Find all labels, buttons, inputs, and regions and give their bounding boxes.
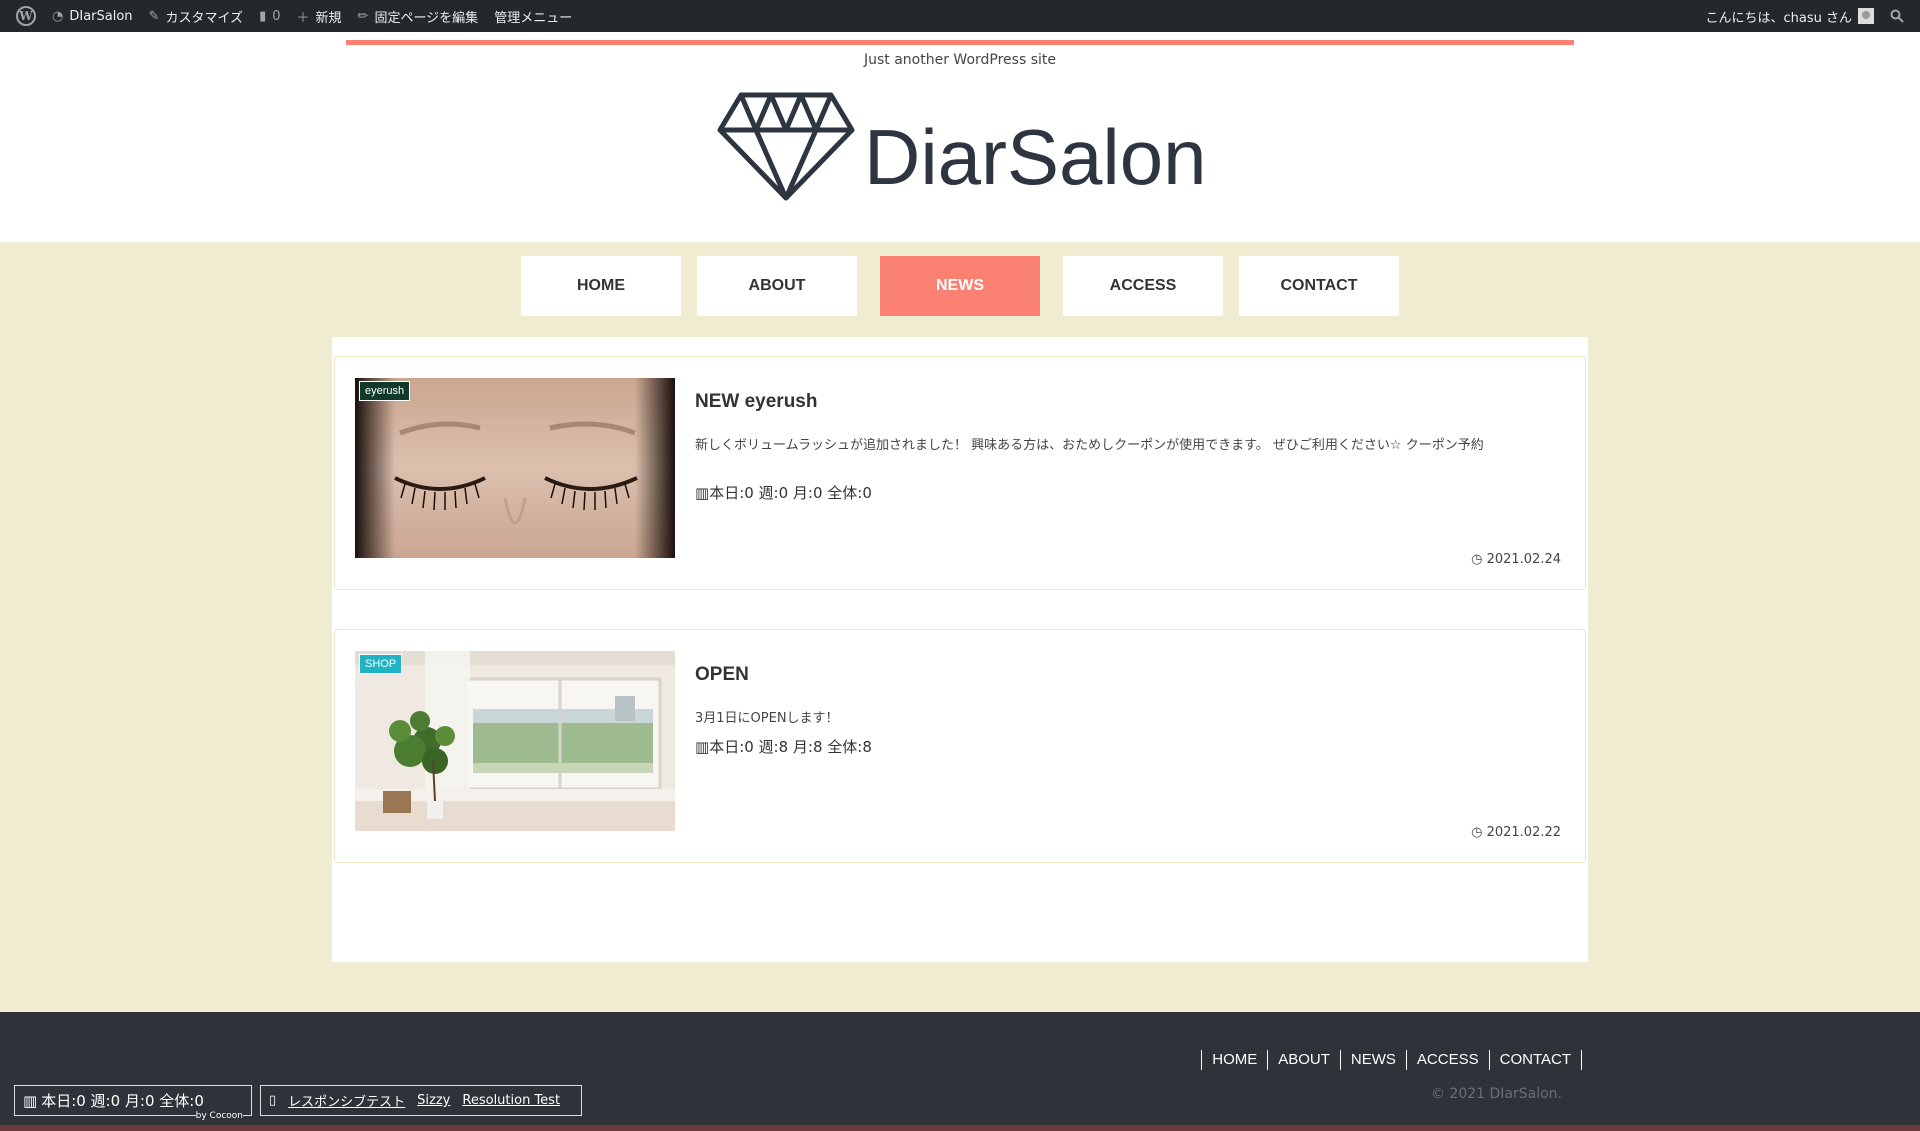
responsive-test-link[interactable]: レスポンシブテスト [288, 1091, 405, 1110]
copyright: © 2021 DIarSalon. [1430, 1086, 1562, 1102]
footer-nav-home[interactable]: HOME [1201, 1050, 1267, 1070]
sizzy-link[interactable]: Sizzy [417, 1093, 450, 1108]
comments-count: 0 [272, 8, 281, 24]
footer-nav-about[interactable]: ABOUT [1267, 1050, 1340, 1070]
resolution-test-link[interactable]: Resolution Test [462, 1093, 560, 1108]
clock-icon: ◷ [1471, 825, 1483, 840]
post-stats: ▥本日:0 週:0 月:0 全体:0 [695, 482, 872, 503]
footer-nav-contact[interactable]: CONTACT [1488, 1050, 1582, 1070]
wordpress-icon: W [16, 6, 36, 26]
post-date: ◷ 2021.02.24 [1471, 552, 1561, 567]
footer-nav: HOME ABOUT NEWS ACCESS CONTACT [1201, 1050, 1582, 1070]
post-stats: ▥本日:0 週:8 月:8 全体:8 [695, 736, 872, 757]
admin-search-button[interactable] [1882, 0, 1912, 32]
brush-icon: ✎ [148, 8, 160, 24]
post-title[interactable]: NEW eyerush [695, 391, 817, 413]
nav-item-access[interactable]: ACCESS [1063, 256, 1223, 316]
customize-link[interactable]: ✎ カスタマイズ [141, 0, 252, 32]
admin-bar: W ◔ DIarSalon ✎ カスタマイズ ▮ 0 ＋新規 ✏ 固定ページを編集 管理… [0, 0, 1920, 32]
nav-item-about[interactable]: ABOUT [697, 256, 857, 316]
nav-item-contact[interactable]: CONTACT [1239, 256, 1399, 316]
post-date-text: 2021.02.24 [1486, 552, 1561, 567]
bar-chart-icon: ▥ [695, 484, 710, 502]
admin-menu-link[interactable]: 管理メニュー [486, 0, 580, 32]
diamond-icon [717, 92, 855, 201]
post-snippet: 3月1日にOPENします！ [695, 711, 839, 726]
site-header: Just another WordPress site DiarSalon [0, 32, 1920, 242]
comment-icon: ▮ [259, 8, 267, 24]
wordpress-logo-menu[interactable]: W [8, 0, 44, 32]
comments-link[interactable]: ▮ 0 [251, 0, 288, 32]
account-menu[interactable]: こんにちは、chasu さん [1698, 0, 1883, 32]
post-card[interactable]: SHOP OPEN 3月1日にOPENします！ ▥本日:0 週:8 月:8 全体… [334, 629, 1586, 863]
footer-nav-access[interactable]: ACCESS [1405, 1050, 1489, 1070]
avatar [1858, 8, 1874, 24]
by-cocoon-label: by Cocoon [195, 1111, 243, 1121]
footer-nav-news[interactable]: NEWS [1339, 1050, 1406, 1070]
edit-page-link[interactable]: ✏ 固定ページを編集 [350, 0, 487, 32]
dashboard-icon: ◔ [52, 8, 64, 24]
mobile-icon: ▯ [269, 1093, 277, 1108]
nav-item-news[interactable]: NEWS [880, 256, 1040, 316]
nav-item-home[interactable]: HOME [521, 256, 681, 316]
site-name-menu[interactable]: ◔ DIarSalon [44, 0, 141, 32]
new-content-menu[interactable]: ＋ 新規 [289, 0, 350, 32]
responsive-test-widget: ▯ レスポンシブテスト Sizzy Resolution Test [260, 1085, 582, 1116]
bar-chart-icon: ▥ [695, 738, 710, 756]
shop-interior-photo [355, 651, 675, 831]
access-count-text: 本日:0 週:0 月:0 全体:0 [41, 1092, 204, 1110]
post-date: ◷ 2021.02.22 [1471, 825, 1561, 840]
bottom-strip [0, 1125, 1920, 1131]
header-accent-line [346, 40, 1574, 45]
post-thumbnail[interactable]: eyerush [355, 378, 675, 558]
post-card[interactable]: eyerush NEW eyerush 新しくボリュームラッシュが追加されました… [334, 356, 1586, 590]
clock-icon: ◷ [1471, 552, 1483, 567]
post-stats-text: 本日:0 週:0 月:0 全体:0 [709, 484, 872, 502]
eyelash-photo [355, 378, 675, 558]
post-title[interactable]: OPEN [695, 664, 749, 686]
category-badge[interactable]: SHOP [359, 654, 403, 674]
customize-label: カスタマイズ [165, 10, 244, 26]
category-badge[interactable]: eyerush [359, 381, 411, 401]
pencil-icon: ✏ [357, 8, 369, 24]
bar-chart-icon: ▥ [23, 1091, 38, 1110]
post-stats-text: 本日:0 週:8 月:8 全体:8 [709, 738, 872, 756]
logo-text: DiarSalon [864, 113, 1207, 201]
site-tagline: Just another WordPress site [863, 52, 1056, 68]
main-content: eyerush NEW eyerush 新しくボリュームラッシュが追加されました… [332, 337, 1588, 962]
site-logo[interactable]: DiarSalon [716, 92, 1207, 203]
post-thumbnail[interactable]: SHOP [355, 651, 675, 831]
global-nav: HOME ABOUT NEWS ACCESS CONTACT [0, 256, 1920, 316]
access-count-widget: ▥ 本日:0 週:0 月:0 全体:0 by Cocoon [14, 1085, 252, 1121]
greeting-label: こんにちは、chasu さん [1705, 10, 1853, 26]
plus-icon: ＋ [296, 10, 310, 26]
edit-page-label: 固定ページを編集 [374, 10, 479, 26]
search-icon [1890, 9, 1904, 23]
site-name-label: DIarSalon [69, 8, 133, 24]
post-date-text: 2021.02.22 [1486, 825, 1561, 840]
new-label: 新規 [315, 10, 342, 26]
post-snippet: 新しくボリュームラッシュが追加されました！ 興味ある方は、おためしクーポンが使用… [695, 438, 1484, 453]
admin-menu-label: 管理メニュー [494, 10, 573, 26]
